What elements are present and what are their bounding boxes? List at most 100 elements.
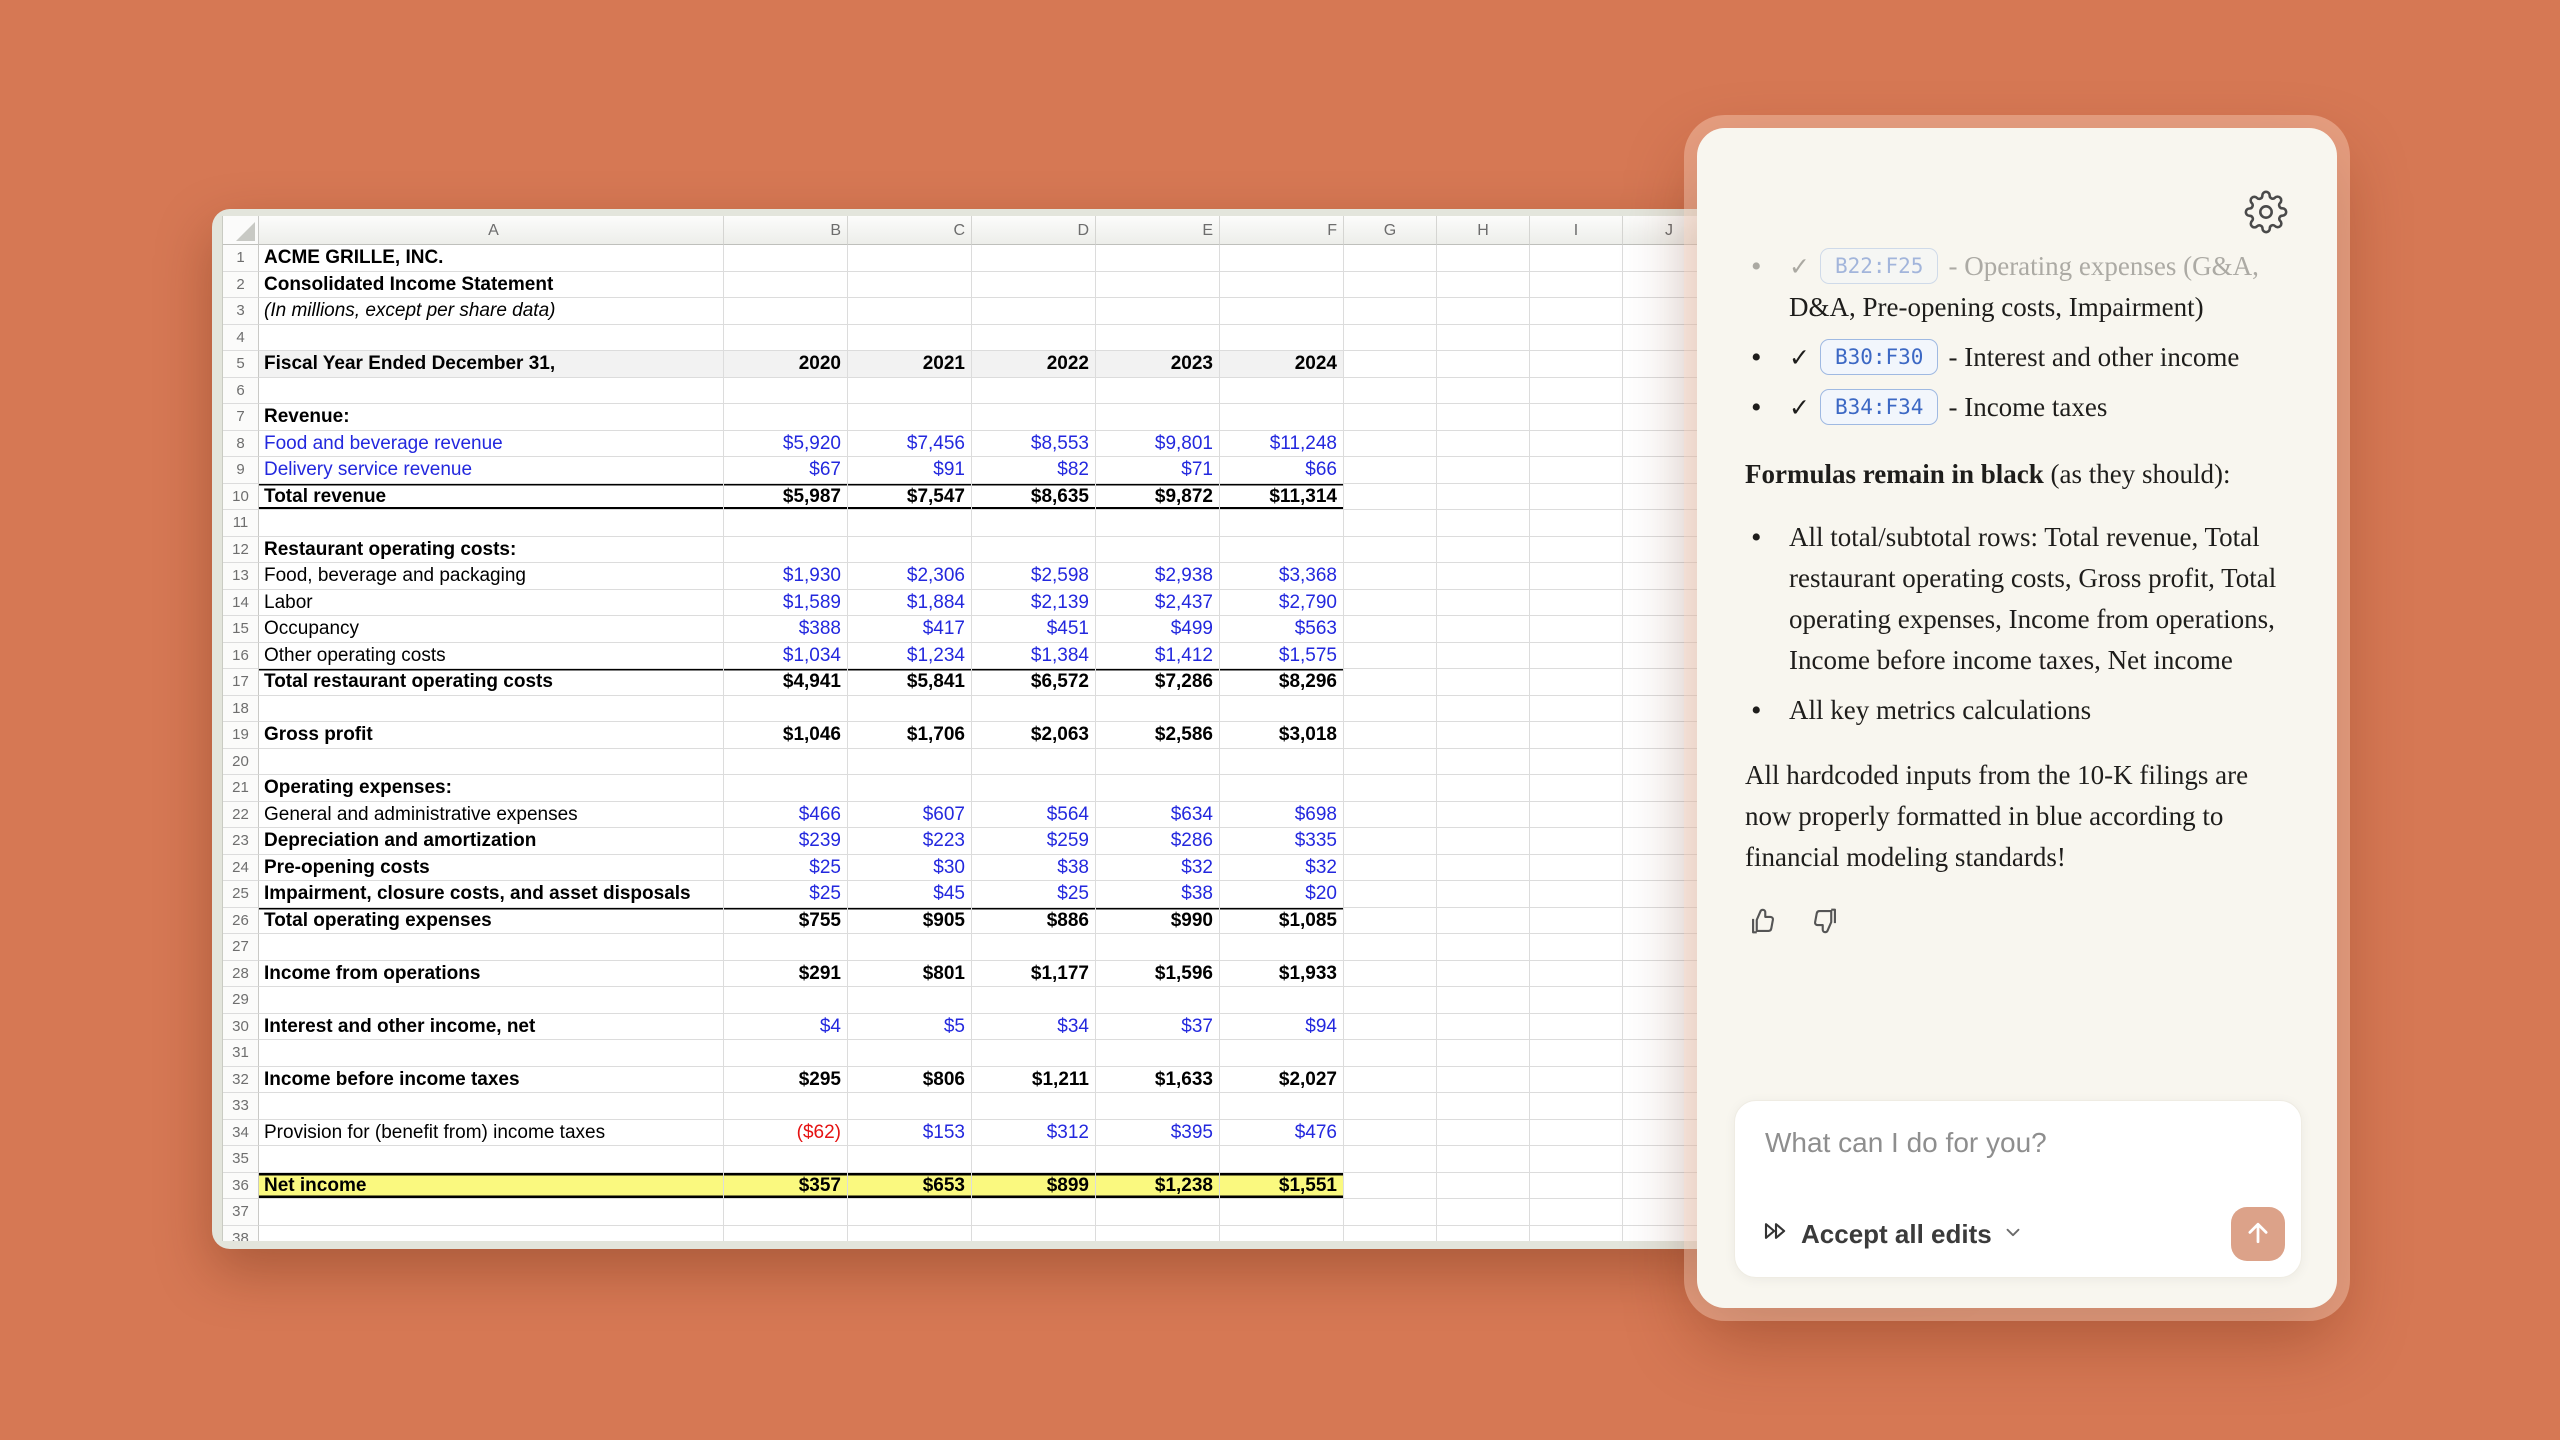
cell[interactable]: [1344, 245, 1437, 272]
cell[interactable]: [1530, 1014, 1623, 1041]
cell[interactable]: [1220, 298, 1344, 325]
cell[interactable]: [972, 298, 1096, 325]
cell[interactable]: [1344, 563, 1437, 590]
cell[interactable]: [848, 696, 972, 723]
cell[interactable]: [1530, 590, 1623, 617]
select-all-corner[interactable]: [223, 216, 259, 245]
cell[interactable]: $153: [848, 1120, 972, 1147]
cell[interactable]: $25: [972, 881, 1096, 908]
cell[interactable]: [724, 775, 848, 802]
cell[interactable]: [1530, 404, 1623, 431]
cell[interactable]: $698: [1220, 802, 1344, 829]
cell[interactable]: [1220, 1093, 1344, 1120]
cell[interactable]: $3,368: [1220, 563, 1344, 590]
send-button[interactable]: [2231, 1207, 2285, 1261]
cell[interactable]: $67: [724, 457, 848, 484]
cell[interactable]: Impairment, closure costs, and asset dis…: [259, 881, 724, 908]
cell[interactable]: $1,884: [848, 590, 972, 617]
cell[interactable]: $990: [1096, 908, 1220, 935]
cell[interactable]: [1220, 934, 1344, 961]
cell[interactable]: Food, beverage and packaging: [259, 563, 724, 590]
cell[interactable]: $653: [848, 1173, 972, 1200]
cell[interactable]: [1530, 722, 1623, 749]
row-header[interactable]: 11: [223, 510, 259, 537]
cell[interactable]: [972, 537, 1096, 564]
cell[interactable]: [1530, 696, 1623, 723]
row-header[interactable]: 37: [223, 1199, 259, 1226]
cell[interactable]: [259, 749, 724, 776]
cell[interactable]: [1530, 563, 1623, 590]
cell[interactable]: [1437, 616, 1530, 643]
cell[interactable]: $2,938: [1096, 563, 1220, 590]
cell[interactable]: $1,930: [724, 563, 848, 590]
cell[interactable]: General and administrative expenses: [259, 802, 724, 829]
cell[interactable]: [1096, 1146, 1220, 1173]
cell[interactable]: Occupancy: [259, 616, 724, 643]
cell[interactable]: $886: [972, 908, 1096, 935]
cell[interactable]: [1530, 908, 1623, 935]
cell[interactable]: $451: [972, 616, 1096, 643]
cell[interactable]: [848, 404, 972, 431]
cell[interactable]: [1530, 351, 1623, 378]
cell[interactable]: [259, 1040, 724, 1067]
row-header[interactable]: 19: [223, 722, 259, 749]
row-header[interactable]: 30: [223, 1014, 259, 1041]
column-header[interactable]: D: [972, 216, 1096, 245]
cell[interactable]: [1530, 828, 1623, 855]
cell[interactable]: $5,920: [724, 431, 848, 458]
cell[interactable]: $634: [1096, 802, 1220, 829]
cell[interactable]: Delivery service revenue: [259, 457, 724, 484]
cell[interactable]: [1530, 272, 1623, 299]
cell[interactable]: [259, 987, 724, 1014]
cell[interactable]: [1530, 669, 1623, 696]
cell[interactable]: [1437, 961, 1530, 988]
cell[interactable]: [1437, 1014, 1530, 1041]
cell[interactable]: [1437, 431, 1530, 458]
cell[interactable]: Total operating expenses: [259, 908, 724, 935]
cell[interactable]: [259, 1226, 724, 1242]
cell[interactable]: [972, 510, 1096, 537]
cell[interactable]: 2023: [1096, 351, 1220, 378]
cell[interactable]: [1530, 537, 1623, 564]
cell[interactable]: $2,790: [1220, 590, 1344, 617]
cell[interactable]: [1096, 537, 1220, 564]
cell[interactable]: Total revenue: [259, 484, 724, 511]
cell[interactable]: [972, 1040, 1096, 1067]
row-header[interactable]: 18: [223, 696, 259, 723]
cell[interactable]: [1096, 325, 1220, 352]
cell[interactable]: [1530, 378, 1623, 405]
cell[interactable]: [259, 1199, 724, 1226]
cell[interactable]: [1437, 563, 1530, 590]
cell[interactable]: [1530, 431, 1623, 458]
cell[interactable]: [1220, 1040, 1344, 1067]
cell[interactable]: [724, 749, 848, 776]
cell[interactable]: [1220, 1199, 1344, 1226]
cell[interactable]: [724, 1226, 848, 1242]
cell[interactable]: [1344, 1120, 1437, 1147]
row-header[interactable]: 7: [223, 404, 259, 431]
cell[interactable]: $607: [848, 802, 972, 829]
cell[interactable]: [1530, 510, 1623, 537]
cell[interactable]: [1220, 749, 1344, 776]
cell[interactable]: [1530, 298, 1623, 325]
cell[interactable]: [1344, 484, 1437, 511]
cell[interactable]: [1220, 378, 1344, 405]
cell[interactable]: $2,063: [972, 722, 1096, 749]
column-header[interactable]: G: [1344, 216, 1437, 245]
cell[interactable]: [1344, 1093, 1437, 1120]
row-header[interactable]: 21: [223, 775, 259, 802]
cell[interactable]: $91: [848, 457, 972, 484]
column-header[interactable]: A: [259, 216, 724, 245]
cell[interactable]: [848, 1040, 972, 1067]
cell[interactable]: [972, 1199, 1096, 1226]
cell[interactable]: [1344, 881, 1437, 908]
cell[interactable]: [1096, 1040, 1220, 1067]
cell[interactable]: $1,046: [724, 722, 848, 749]
cell[interactable]: $1,177: [972, 961, 1096, 988]
cell[interactable]: [1344, 855, 1437, 882]
cell[interactable]: [1530, 987, 1623, 1014]
cell[interactable]: [1344, 351, 1437, 378]
cell[interactable]: $291: [724, 961, 848, 988]
cell[interactable]: [724, 245, 848, 272]
cell[interactable]: Consolidated Income Statement: [259, 272, 724, 299]
